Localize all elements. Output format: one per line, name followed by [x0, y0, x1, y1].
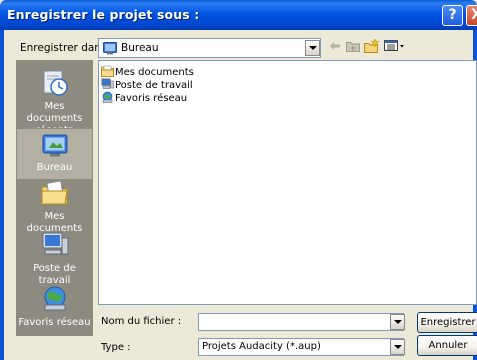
up-folder-button[interactable] [345, 38, 361, 56]
place-my-documents[interactable]: Mes documents [16, 178, 93, 235]
window-title: Enregistrer le projet sous : [7, 7, 200, 22]
new-folder-icon [363, 37, 380, 56]
file-list[interactable]: Mes documents Poste de travail Favoris r… [98, 60, 477, 305]
back-arrow-icon [329, 41, 341, 54]
file-name: Poste de travail [115, 80, 193, 91]
chevron-down-icon [393, 345, 402, 349]
place-desktop[interactable]: Bureau [16, 128, 93, 180]
window-border-left [0, 30, 4, 360]
filetype-dropdown-button[interactable] [390, 339, 405, 355]
desktop-icon [17, 133, 92, 159]
place-my-computer[interactable]: Poste de travail [16, 230, 93, 287]
place-label: Bureau [36, 162, 73, 173]
place-recent-documents[interactable]: Mes documents récents [16, 68, 93, 137]
back-button[interactable] [328, 38, 342, 56]
lookin-value: Bureau [121, 42, 159, 54]
close-button[interactable]: X [466, 5, 477, 26]
desktop-icon [103, 41, 117, 58]
chevron-down-icon [393, 320, 402, 324]
cancel-button[interactable]: Annuler [417, 335, 477, 356]
lookin-combo[interactable]: Bureau [98, 38, 321, 58]
view-menu-icon [384, 39, 406, 55]
filetype-select[interactable]: Projets Audacity (*.aup) [198, 338, 404, 356]
new-folder-button[interactable] [363, 37, 380, 56]
title-bar[interactable]: Enregistrer le projet sous : ? X [0, 0, 477, 30]
places-bar: Mes documents récents Bureau Mes documen… [16, 60, 93, 336]
filetype-label: Type : [101, 342, 131, 353]
filename-dropdown-button[interactable] [390, 314, 405, 330]
my-computer-icon [16, 230, 93, 260]
help-button[interactable]: ? [442, 5, 463, 26]
save-button[interactable]: Enregistrer [417, 312, 477, 333]
file-name: Mes documents [115, 67, 194, 78]
up-folder-icon [346, 40, 360, 55]
filename-input[interactable] [198, 313, 404, 331]
recent-documents-icon [16, 68, 93, 98]
place-label: Poste de travail [33, 263, 76, 286]
network-icon [101, 91, 115, 106]
my-documents-icon [16, 178, 93, 208]
chevron-down-icon [308, 46, 317, 50]
network-places-icon [16, 284, 93, 314]
place-label: Favoris réseau [18, 317, 91, 328]
filename-label: Nom du fichier : [101, 316, 182, 327]
file-name: Favoris réseau [115, 93, 188, 104]
place-network[interactable]: Favoris réseau [16, 284, 93, 329]
view-menu-button[interactable] [382, 38, 408, 56]
list-item[interactable]: Favoris réseau [101, 91, 188, 106]
lookin-dropdown-button[interactable] [305, 40, 320, 56]
